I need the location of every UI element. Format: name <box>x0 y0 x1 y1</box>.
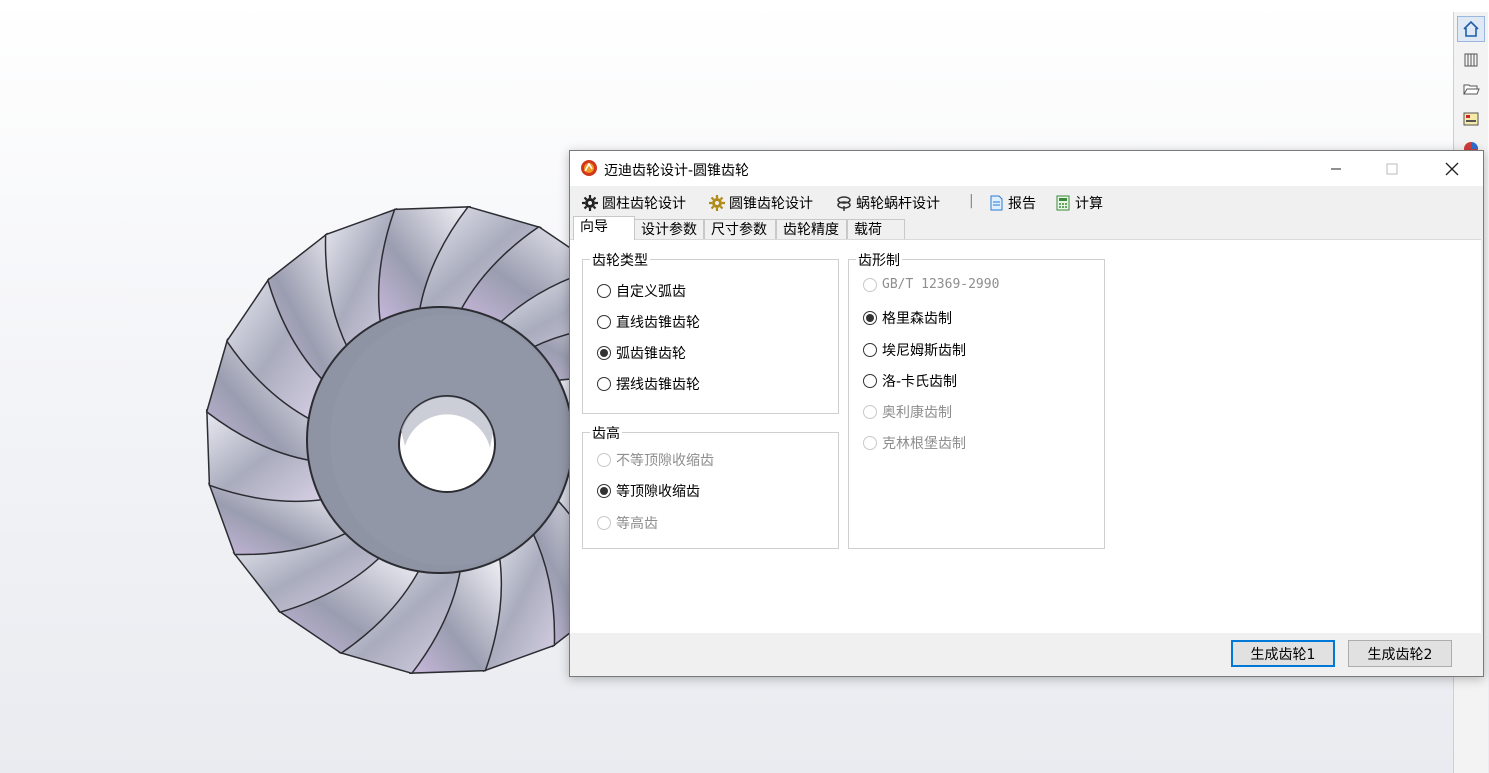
maximize-button[interactable] <box>1369 151 1415 186</box>
bevel-gear-icon <box>709 195 725 211</box>
generate-gear1-button[interactable]: 生成齿轮1 <box>1231 640 1335 667</box>
menu-bevel-gear-design[interactable]: 圆锥齿轮设计 <box>709 193 813 213</box>
menu-label: 蜗轮蜗杆设计 <box>856 196 940 212</box>
menu-label: 计算 <box>1075 196 1103 212</box>
radio-circle <box>863 311 877 325</box>
radio-label: 不等顶隙收缩齿 <box>616 453 714 469</box>
close-button[interactable] <box>1429 151 1475 186</box>
menu-bar: 圆柱齿轮设计 圆锥齿轮设计 蜗轮蜗杆设计 | 报告 计算 <box>570 186 1483 216</box>
radio-label: 洛-卡氏齿制 <box>882 374 958 390</box>
radio-label: 等顶隙收缩齿 <box>616 484 700 500</box>
menu-report[interactable]: 报告 <box>988 193 1036 213</box>
group-title: 齿形制 <box>856 250 902 270</box>
menu-separator: | <box>969 193 974 209</box>
radio-circle <box>597 315 611 329</box>
tab-load[interactable]: 载荷 <box>847 219 905 239</box>
radio-equal-height: 等高齿 <box>597 513 658 533</box>
window-title: 迈迪齿轮设计-圆锥齿轮 <box>604 163 750 179</box>
dialog-footer: 生成齿轮1 生成齿轮2 <box>570 633 1481 676</box>
radio-oerlikon: 奥利康齿制 <box>863 402 952 422</box>
radio-circle <box>597 516 611 530</box>
generate-gear2-button[interactable]: 生成齿轮2 <box>1348 640 1452 667</box>
radio-circle <box>597 484 611 498</box>
menu-label: 报告 <box>1008 196 1036 212</box>
gear-icon <box>582 195 598 211</box>
minimize-button[interactable] <box>1313 151 1359 186</box>
radio-label: 自定义弧齿 <box>616 284 686 300</box>
calculator-icon <box>1056 195 1070 211</box>
radio-label: GB/T 12369-2990 <box>882 277 1000 292</box>
radio-label: 直线齿锥齿轮 <box>616 315 700 331</box>
radio-circle <box>597 346 611 360</box>
radio-spiral-bevel[interactable]: 弧齿锥齿轮 <box>597 343 686 363</box>
radio-enims[interactable]: 埃尼姆斯齿制 <box>863 340 966 360</box>
properties-icon[interactable] <box>1457 106 1485 132</box>
home-icon[interactable] <box>1457 16 1485 42</box>
radio-circle <box>863 277 877 292</box>
radio-label: 克林根堡齿制 <box>882 436 966 452</box>
radio-circle <box>597 453 611 467</box>
radio-klingelnberg: 克林根堡齿制 <box>863 433 966 453</box>
radio-straight-bevel[interactable]: 直线齿锥齿轮 <box>597 312 700 332</box>
radio-lo-ka[interactable]: 洛-卡氏齿制 <box>863 371 957 391</box>
group-gear-type: 齿轮类型 自定义弧齿 直线齿锥齿轮 弧齿锥齿轮 摆线齿锥齿轮 <box>582 250 839 414</box>
menu-cylindrical-gear-design[interactable]: 圆柱齿轮设计 <box>582 193 686 213</box>
radio-gbt-12369: GB/T 12369-2990 <box>863 277 999 292</box>
radio-circle <box>597 377 611 391</box>
radio-label: 摆线齿锥齿轮 <box>616 377 700 393</box>
menu-label: 圆锥齿轮设计 <box>729 196 813 212</box>
radio-gleason[interactable]: 格里森齿制 <box>863 308 952 328</box>
app-logo-icon <box>580 159 598 177</box>
tab-content-wizard: 齿轮类型 自定义弧齿 直线齿锥齿轮 弧齿锥齿轮 摆线齿锥齿轮 齿高 不等顶隙收缩… <box>570 239 1481 634</box>
radio-circle <box>863 436 877 450</box>
tab-dimension-params[interactable]: 尺寸参数 <box>704 219 776 239</box>
radio-label: 格里森齿制 <box>882 311 952 327</box>
radio-circle <box>863 405 877 419</box>
group-tooth-height: 齿高 不等顶隙收缩齿 等顶隙收缩齿 等高齿 <box>582 423 839 549</box>
tab-gear-precision[interactable]: 齿轮精度 <box>776 219 847 239</box>
group-title: 齿轮类型 <box>590 250 650 270</box>
group-title: 齿高 <box>590 423 622 443</box>
menu-worm-gear-design[interactable]: 蜗轮蜗杆设计 <box>836 193 940 213</box>
radio-circle <box>597 284 611 298</box>
menu-calculate[interactable]: 计算 <box>1055 193 1103 213</box>
radio-unequal-clearance: 不等顶隙收缩齿 <box>597 450 714 470</box>
worm-gear-icon <box>837 196 851 211</box>
title-bar[interactable]: 迈迪齿轮设计-圆锥齿轮 <box>570 151 1483 186</box>
radio-custom-arc-tooth[interactable]: 自定义弧齿 <box>597 281 686 301</box>
radio-circle <box>863 343 877 357</box>
folder-open-icon[interactable] <box>1457 76 1485 102</box>
tab-design-params[interactable]: 设计参数 <box>634 219 704 239</box>
radio-label: 埃尼姆斯齿制 <box>882 343 966 359</box>
radio-cycloid-bevel[interactable]: 摆线齿锥齿轮 <box>597 374 700 394</box>
radio-label: 弧齿锥齿轮 <box>616 346 686 362</box>
tab-wizard[interactable]: 向导 <box>573 216 635 240</box>
radio-equal-clearance[interactable]: 等顶隙收缩齿 <box>597 481 700 501</box>
tab-bar: 向导 设计参数 尺寸参数 齿轮精度 载荷 <box>570 216 1483 240</box>
group-tooth-system: 齿形制 GB/T 12369-2990 格里森齿制 埃尼姆斯齿制 洛-卡氏齿制 … <box>848 250 1105 549</box>
radio-label: 等高齿 <box>616 516 658 532</box>
report-icon <box>990 195 1003 211</box>
radio-circle <box>863 374 877 388</box>
gear-design-dialog: 迈迪齿轮设计-圆锥齿轮 圆柱齿轮设计 圆锥齿轮设计 蜗轮蜗杆设计 | 报告 计算… <box>569 150 1484 677</box>
parts-library-icon[interactable] <box>1457 46 1485 72</box>
menu-label: 圆柱齿轮设计 <box>602 196 686 212</box>
radio-label: 奥利康齿制 <box>882 405 952 421</box>
